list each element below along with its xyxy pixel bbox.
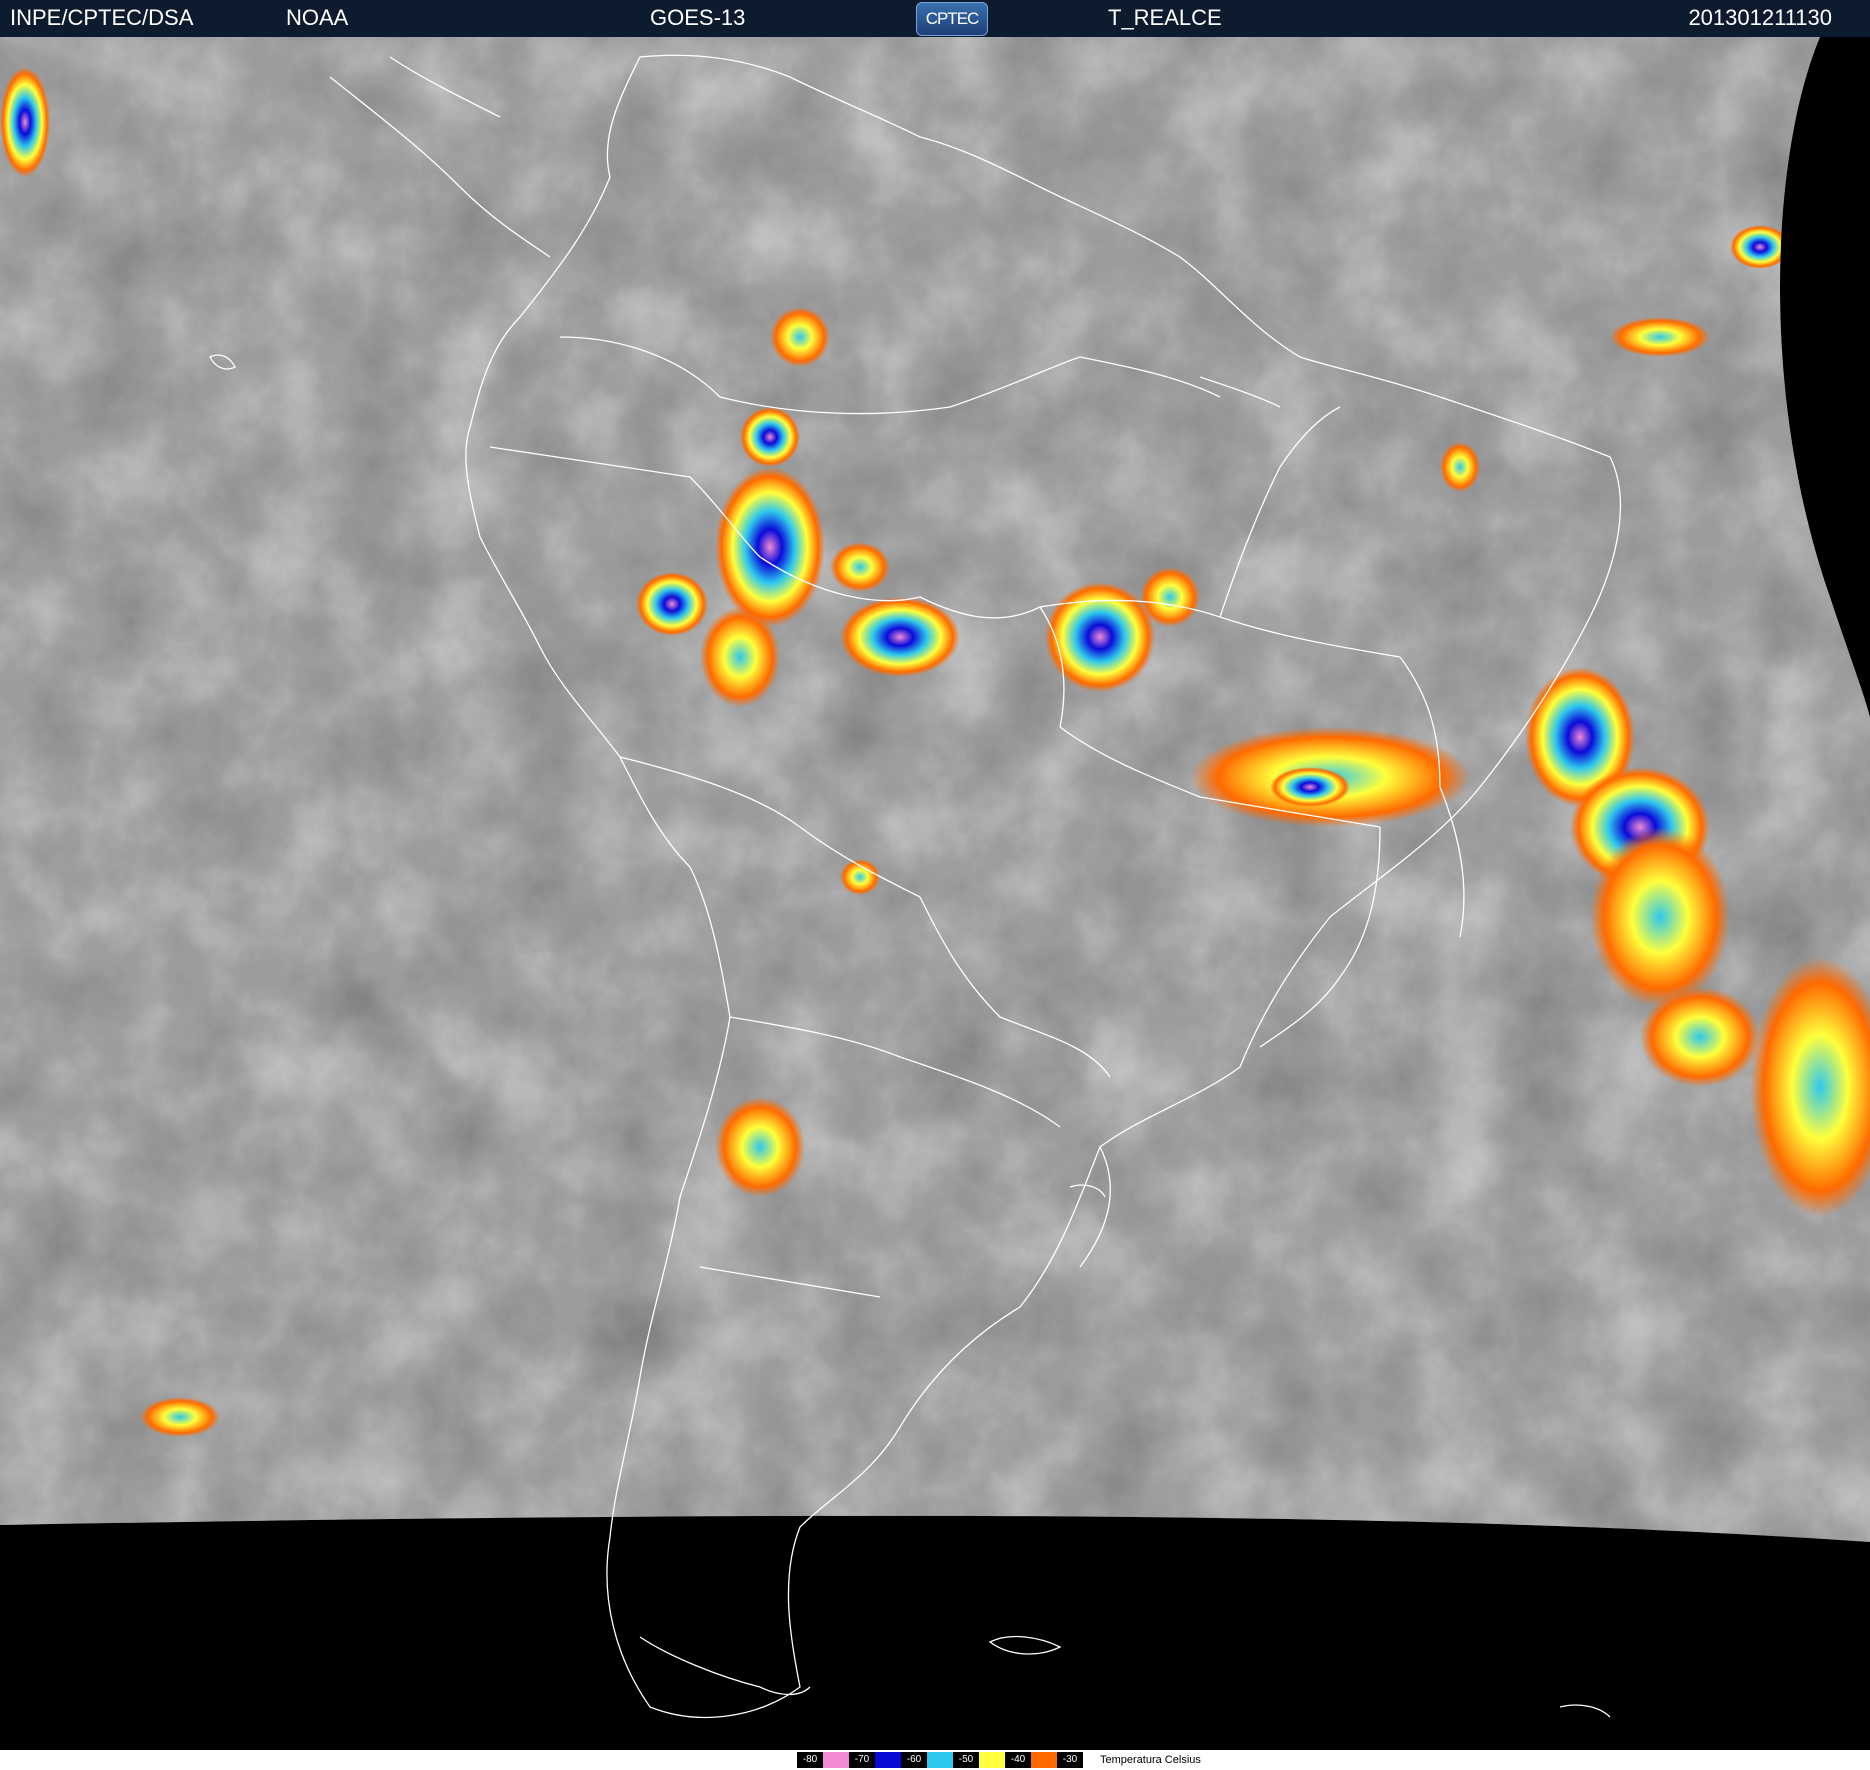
legend-label: -40 [1005,1752,1031,1768]
legend-item: -80 [797,1752,849,1768]
satellite-label: GOES-13 [650,5,746,30]
legend-title: Temperatura Celsius [1100,1754,1201,1766]
legend-swatch [979,1752,1005,1768]
legend-label: -80 [797,1752,823,1768]
legend-label: -60 [901,1752,927,1768]
legend-item: -40 [1005,1752,1057,1768]
legend-swatch [927,1752,953,1768]
legend-swatch [1031,1752,1057,1768]
logo-text: CPTEC [925,9,980,28]
legend-item: -30 [1057,1752,1083,1768]
legend-label: -70 [849,1752,875,1768]
legend-label: -50 [953,1752,979,1768]
legend-item: -60 [901,1752,953,1768]
cptec-logo: CPTEC [916,2,988,36]
legend-item: -70 [849,1752,901,1768]
legend-item: -50 [953,1752,1005,1768]
product-label: T_REALCE [1108,5,1222,30]
satellite-map [0,37,1870,1750]
agency-label: INPE/CPTEC/DSA [10,5,194,30]
legend-bar: -80 -70 -60 -50 -40 -30 Temperatura Cels… [0,1750,1870,1770]
legend-label: -30 [1057,1752,1083,1768]
legend-swatch [875,1752,901,1768]
timestamp-label: 201301211130 [1688,5,1832,30]
legend-swatch [823,1752,849,1768]
temperature-legend: -80 -70 -60 -50 -40 -30 [797,1752,1083,1768]
earth-disk [0,37,1870,1542]
header-bar: INPE/CPTEC/DSA NOAA GOES-13 CPTEC T_REAL… [0,0,1870,37]
source-label: NOAA [286,5,349,30]
